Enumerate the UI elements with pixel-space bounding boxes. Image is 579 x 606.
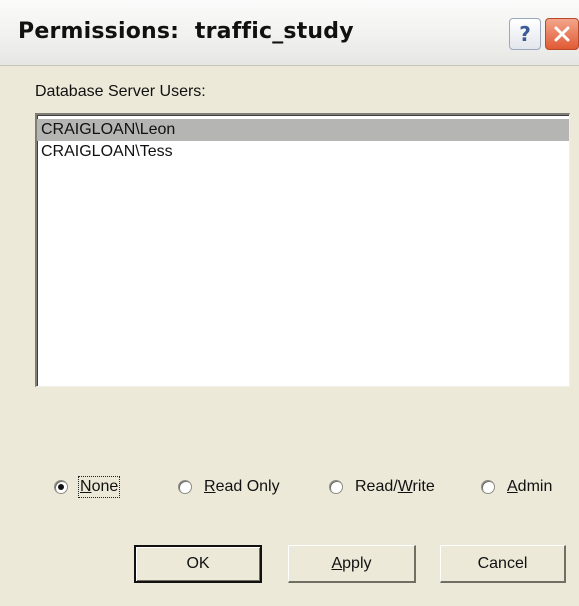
ok-button-label: OK [186,555,210,572]
radio-read-only-circle[interactable] [178,480,192,494]
radio-read-write-circle[interactable] [329,480,343,494]
list-item-user-tess[interactable]: CRAIGLOAN\Tess [37,141,569,163]
radio-read-write-label: Read/Write [355,478,435,495]
user-list[interactable]: CRAIGLOAN\Leon CRAIGLOAN\Tess [35,113,570,387]
close-button[interactable] [545,18,579,50]
permissions-dialog: Permissions: traffic_study ? Database Se… [0,0,579,606]
radio-none-circle[interactable] [54,480,68,494]
radio-none-label: None [77,476,121,498]
title-bar[interactable]: Permissions: traffic_study ? [0,0,579,66]
cancel-button[interactable]: Cancel [440,545,566,583]
radio-admin[interactable]: Admin [481,475,552,499]
help-button[interactable]: ? [509,18,541,50]
ok-button[interactable]: OK [134,545,262,583]
radio-none[interactable]: None [54,475,121,499]
radio-admin-circle[interactable] [481,480,495,494]
help-icon: ? [519,22,531,46]
apply-button[interactable]: Apply [288,545,416,583]
apply-button-label: Apply [331,554,372,572]
radio-read-only-label: Read Only [204,478,280,495]
close-icon [554,26,570,42]
cancel-button-label: Cancel [477,554,528,572]
list-item-user-leon[interactable]: CRAIGLOAN\Leon [37,119,569,141]
radio-read-only[interactable]: Read Only [178,475,280,499]
window-title: Permissions: traffic_study [18,19,354,44]
users-label: Database Server Users: [35,83,206,100]
radio-admin-label: Admin [507,478,553,495]
radio-read-write[interactable]: Read/Write [329,475,435,499]
